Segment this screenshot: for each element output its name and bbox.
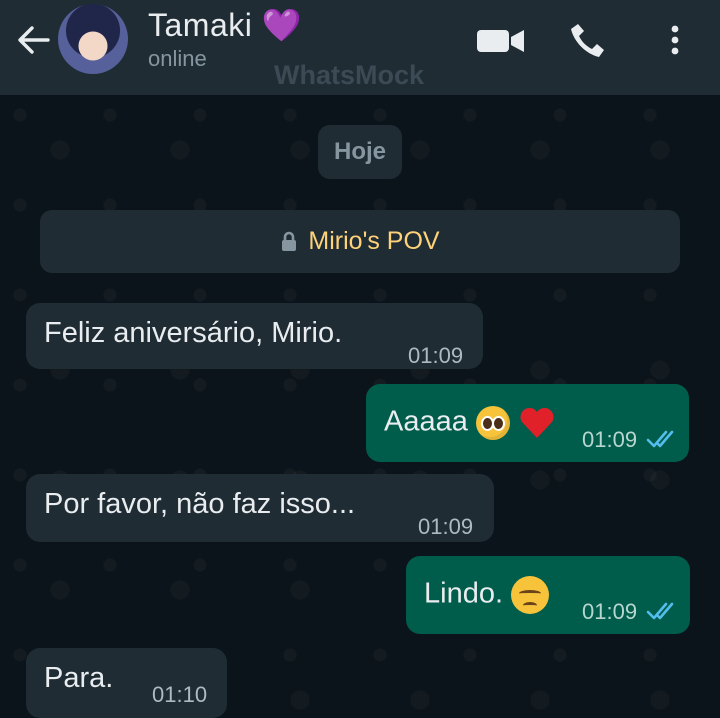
purple-heart-emoji: 💜 (261, 7, 303, 43)
message-text: Lindo. (424, 576, 550, 614)
message-text-content: Lindo. (424, 577, 504, 610)
message-time: 01:10 (152, 682, 208, 707)
pensive-face-emoji (511, 576, 550, 614)
message-text-content: Aaaaa (384, 405, 468, 438)
chat-area[interactable]: Hoje Mirio's POV Feliz aniversário, Miri… (0, 95, 720, 718)
message-time: 01:09 (582, 599, 638, 624)
chat-header: Tamaki 💜 online WhatsMock (0, 0, 720, 95)
contact-title[interactable]: Tamaki 💜 (148, 6, 302, 44)
red-heart-emoji (520, 407, 554, 438)
double-check-icon (646, 430, 674, 448)
date-chip: Hoje (318, 125, 402, 179)
pleading-face-emoji (475, 406, 510, 440)
message-time: 01:09 (418, 514, 474, 539)
message-incoming[interactable]: Por favor, não faz isso... 01:09 (26, 474, 494, 542)
message-outgoing[interactable]: Lindo. 01:09 (406, 556, 690, 634)
message-text: Para. (44, 662, 114, 694)
phone-icon[interactable] (568, 22, 608, 58)
contact-name: Tamaki (148, 7, 253, 43)
watermark: WhatsMock (274, 60, 425, 90)
message-time: 01:09 (408, 343, 464, 368)
message-text: Por favor, não faz isso... (44, 488, 356, 520)
message-incoming[interactable]: Para. 01:10 (26, 648, 227, 718)
message-time: 01:09 (582, 427, 638, 452)
avatar[interactable] (58, 4, 128, 74)
message-outgoing[interactable]: Aaaaa 01:09 (366, 384, 689, 462)
video-icon[interactable] (476, 22, 526, 58)
contact-status: online (148, 46, 207, 71)
message-incoming[interactable]: Feliz aniversário, Mirio. 01:09 (26, 303, 483, 369)
notice-text: Mirio's POV (308, 227, 440, 255)
message-text: Feliz aniversário, Mirio. (44, 317, 343, 349)
encryption-notice: Mirio's POV (40, 210, 680, 273)
arrow-left-icon[interactable] (14, 22, 54, 58)
more-vertical-icon[interactable] (660, 22, 690, 58)
lock-icon (282, 231, 297, 251)
message-text: Aaaaa (384, 404, 556, 442)
double-check-icon (646, 602, 674, 620)
